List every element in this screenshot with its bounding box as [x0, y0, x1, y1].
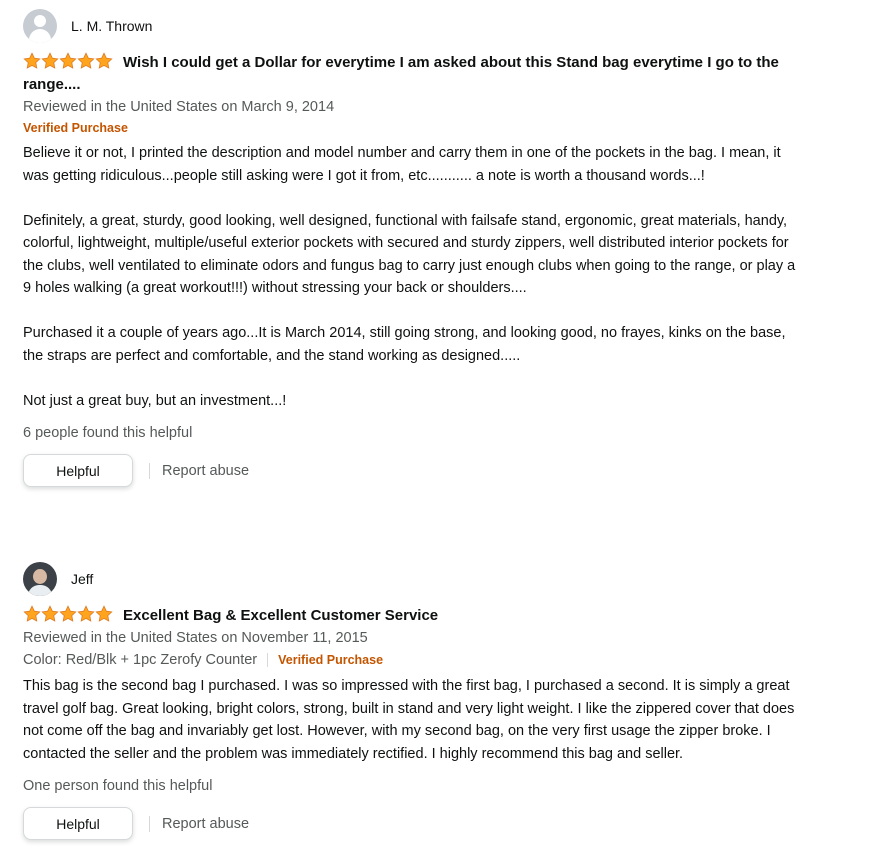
review-body: Believe it or not, I printed the descrip… — [23, 145, 796, 409]
star-icon — [95, 605, 113, 622]
review-title[interactable]: Wish I could get a Dollar for everytime … — [23, 54, 779, 93]
default-avatar-icon — [23, 9, 57, 43]
star-icon — [41, 605, 59, 622]
divider — [149, 815, 150, 832]
star-icon — [59, 605, 77, 622]
reviews-page: L. M. Thrown Wish I could get a Dollar f… — [0, 0, 892, 866]
review-actions: Helpful Report abuse — [23, 454, 803, 487]
helpful-count: 6 people found this helpful — [23, 425, 193, 441]
star-icon — [59, 52, 77, 69]
helpful-count: One person found this helpful — [23, 778, 213, 794]
review-title-row: Wish I could get a Dollar for everytime … — [23, 52, 803, 96]
verified-purchase-badge: Verified Purchase — [23, 121, 128, 135]
reviewer-name[interactable]: Jeff — [71, 571, 93, 587]
reviewer-name[interactable]: L. M. Thrown — [71, 18, 152, 34]
review-title-row: Excellent Bag & Excellent Customer Servi… — [23, 605, 803, 627]
review-profile[interactable]: Jeff — [23, 561, 803, 597]
star-icon — [23, 605, 41, 622]
five-star-rating-icon[interactable] — [23, 605, 113, 622]
review-actions: Helpful Report abuse — [23, 807, 803, 840]
product-variant-link[interactable]: Color: Red/Blk + 1pc Zerofy Counter — [23, 649, 257, 671]
review-title[interactable]: Excellent Bag & Excellent Customer Servi… — [123, 607, 438, 624]
review-body: This bag is the second bag I purchased. … — [23, 678, 795, 762]
review-date: Reviewed in the United States on March 9… — [23, 99, 335, 115]
report-abuse-link[interactable]: Report abuse — [162, 816, 249, 832]
star-icon — [23, 52, 41, 69]
review: L. M. Thrown Wish I could get a Dollar f… — [23, 8, 803, 487]
report-abuse-link[interactable]: Report abuse — [162, 463, 249, 479]
review-profile[interactable]: L. M. Thrown — [23, 8, 803, 44]
divider — [149, 462, 150, 479]
star-icon — [95, 52, 113, 69]
helpful-button[interactable]: Helpful — [23, 454, 133, 487]
review-date: Reviewed in the United States on Novembe… — [23, 630, 368, 646]
verified-purchase-badge: Verified Purchase — [278, 653, 384, 667]
star-icon — [41, 52, 59, 69]
review: Jeff Excellent Bag & Excellent Customer … — [23, 561, 803, 840]
review-format-row: Color: Red/Blk + 1pc Zerofy Counter Veri… — [23, 649, 803, 671]
divider — [267, 653, 269, 667]
star-icon — [77, 52, 95, 69]
helpful-button[interactable]: Helpful — [23, 807, 133, 840]
five-star-rating-icon[interactable] — [23, 52, 113, 69]
profile-photo-avatar — [23, 562, 57, 596]
star-icon — [77, 605, 95, 622]
